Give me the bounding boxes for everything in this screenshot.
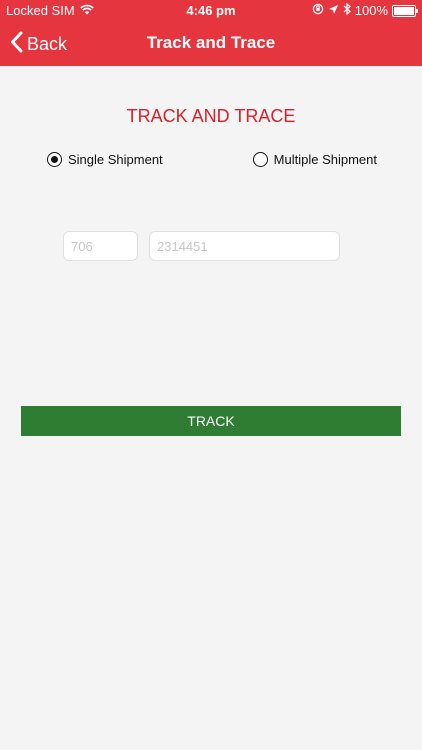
awb-prefix-input[interactable] bbox=[63, 231, 138, 261]
radio-label-multiple: Multiple Shipment bbox=[273, 152, 377, 167]
radio-multiple-shipment[interactable]: Multiple Shipment bbox=[252, 152, 377, 167]
battery-percent: 100% bbox=[354, 3, 388, 18]
radio-single-shipment[interactable]: Single Shipment bbox=[47, 152, 163, 167]
location-icon bbox=[328, 3, 339, 18]
shipment-type-radio-group: Single Shipment Multiple Shipment bbox=[47, 152, 377, 167]
nav-bar: Back Track and Trace bbox=[0, 22, 422, 66]
awb-number-input[interactable] bbox=[149, 231, 340, 261]
section-heading: TRACK AND TRACE bbox=[126, 106, 296, 126]
header: Locked SIM 4:46 pm 100% Back Track and T… bbox=[0, 0, 422, 66]
rotation-lock-icon bbox=[312, 3, 324, 18]
track-button[interactable]: TRACK bbox=[21, 406, 401, 436]
battery-icon bbox=[392, 4, 418, 17]
status-right: 100% bbox=[312, 2, 418, 18]
radio-label-single: Single Shipment bbox=[68, 152, 163, 167]
page-title: Track and Trace bbox=[146, 33, 276, 52]
radio-unselected-icon bbox=[252, 152, 268, 167]
bluetooth-icon bbox=[343, 2, 351, 18]
status-bar: Locked SIM 4:46 pm 100% bbox=[0, 0, 422, 22]
radio-selected-icon bbox=[47, 152, 62, 167]
